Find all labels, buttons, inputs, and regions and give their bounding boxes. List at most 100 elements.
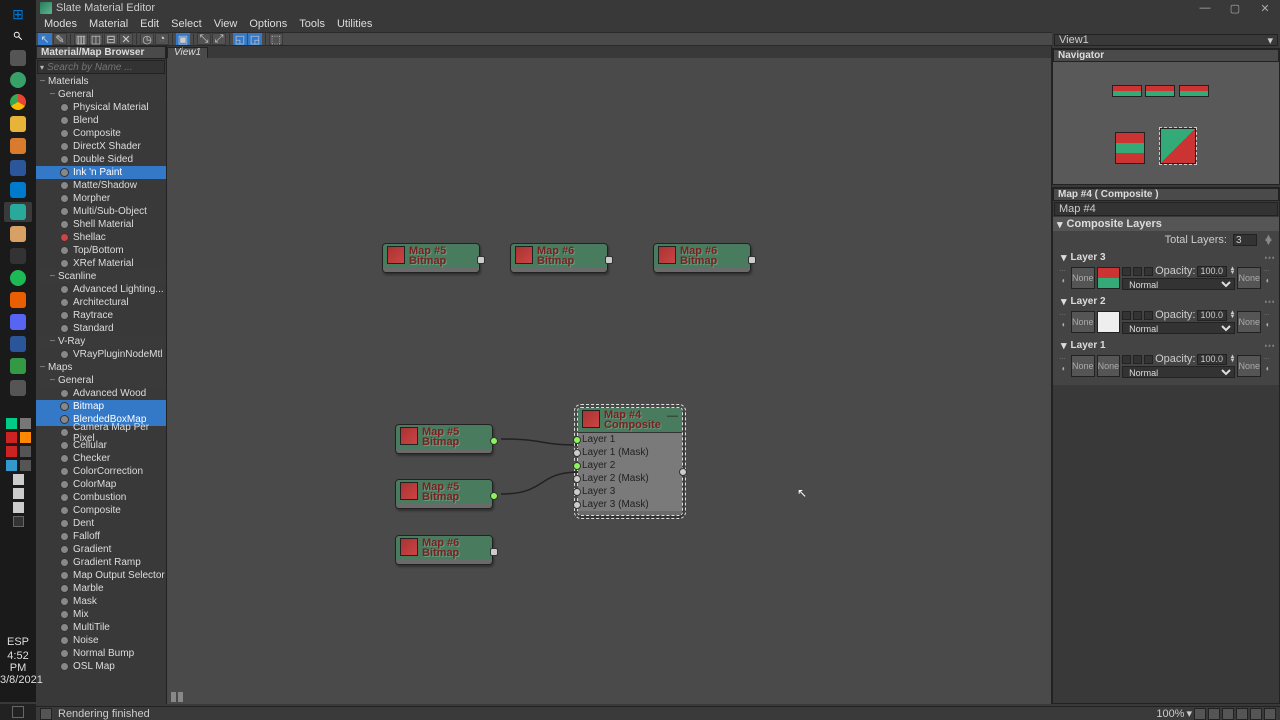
- tool-btn[interactable]: ▥: [74, 33, 88, 45]
- tree-item[interactable]: Ink 'n Paint: [36, 166, 166, 179]
- tool-pick-icon[interactable]: ✎: [53, 33, 67, 45]
- zoom-btn[interactable]: [1194, 708, 1206, 720]
- mask-slot[interactable]: None: [1071, 355, 1095, 377]
- tree-item[interactable]: OSL Map: [36, 660, 166, 673]
- view-selector[interactable]: View1▾: [1054, 34, 1278, 46]
- tool-btn[interactable]: ◱: [233, 33, 247, 45]
- spinner-icon[interactable]: ▲▼: [1229, 267, 1235, 275]
- tray-icon[interactable]: [20, 446, 31, 457]
- tree-item[interactable]: Bitmap: [36, 400, 166, 413]
- color-correct-icon[interactable]: ◐: [1059, 364, 1069, 374]
- layer-header[interactable]: ▾ Layer 1⋯: [1057, 339, 1275, 352]
- bitmap-node[interactable]: Map #5Bitmap: [395, 424, 493, 454]
- tree-item[interactable]: ColorCorrection: [36, 465, 166, 478]
- tree-item[interactable]: Mix: [36, 608, 166, 621]
- tray-icon[interactable]: [20, 432, 31, 443]
- zoom-btn[interactable]: [1264, 708, 1276, 720]
- tree-item[interactable]: Shellac: [36, 231, 166, 244]
- menu-tools[interactable]: Tools: [299, 18, 325, 30]
- color-correct-icon[interactable]: ◐: [1059, 276, 1069, 286]
- task-view[interactable]: [4, 48, 32, 68]
- tree-item[interactable]: Multi/Sub-Object: [36, 205, 166, 218]
- tree-item[interactable]: Map Output Selector: [36, 569, 166, 582]
- tray-icon[interactable]: [20, 460, 31, 471]
- opacity-input[interactable]: [1197, 310, 1227, 321]
- tray-icon[interactable]: [6, 460, 17, 471]
- zoom-btn[interactable]: [1222, 708, 1234, 720]
- start-button[interactable]: ⊞: [4, 4, 32, 24]
- menu-modes[interactable]: Modes: [44, 18, 77, 30]
- visible-icon[interactable]: [1122, 311, 1131, 320]
- app-ps[interactable]: [4, 334, 32, 354]
- bitmap-node[interactable]: Map #6Bitmap: [653, 243, 751, 273]
- mask-slot-right[interactable]: None: [1237, 311, 1261, 333]
- tool-btn[interactable]: ▣: [176, 33, 190, 45]
- color-correct-icon[interactable]: ◐: [1263, 364, 1273, 374]
- tree-item[interactable]: Blend: [36, 114, 166, 127]
- layer-header[interactable]: ▾ Layer 2⋯: [1057, 295, 1275, 308]
- tray-icon[interactable]: [13, 516, 24, 527]
- composite-node[interactable]: Map #4Composite—Layer 1Layer 1 (Mask)Lay…: [577, 407, 683, 516]
- output-port[interactable]: [490, 492, 498, 500]
- app-vlc[interactable]: [4, 290, 32, 310]
- output-port[interactable]: [679, 468, 687, 476]
- app-ai[interactable]: [4, 136, 32, 156]
- tray-icon[interactable]: [6, 432, 17, 443]
- bitmap-node[interactable]: Map #6Bitmap: [395, 535, 493, 565]
- mask-slot[interactable]: None: [1071, 311, 1095, 333]
- tool-btn[interactable]: ◫: [89, 33, 103, 45]
- tree-item[interactable]: Top/Bottom: [36, 244, 166, 257]
- tree-subgroup[interactable]: ─General: [36, 88, 166, 101]
- solo-icon[interactable]: [1144, 355, 1153, 364]
- mask-icon[interactable]: [1133, 267, 1142, 276]
- app-edge[interactable]: [4, 70, 32, 90]
- tree-item[interactable]: Dent: [36, 517, 166, 530]
- mask-slot-right[interactable]: None: [1237, 267, 1261, 289]
- tool-delete-icon[interactable]: ✕: [119, 33, 133, 45]
- tool-btn[interactable]: ⊟: [104, 33, 118, 45]
- input-port[interactable]: [573, 436, 581, 444]
- tree-item[interactable]: Composite: [36, 504, 166, 517]
- app-3dsmax[interactable]: [4, 202, 32, 222]
- menu-utilities[interactable]: Utilities: [337, 18, 372, 30]
- menu-select[interactable]: Select: [171, 18, 202, 30]
- tree-subgroup[interactable]: ─Scanline: [36, 270, 166, 283]
- tree-item[interactable]: Physical Material: [36, 101, 166, 114]
- tree-item[interactable]: Double Sided: [36, 153, 166, 166]
- tray-icon[interactable]: [6, 446, 17, 457]
- material-tree[interactable]: ─Materials─GeneralPhysical MaterialBlend…: [36, 75, 166, 704]
- maximize-button[interactable]: ▢: [1220, 0, 1250, 16]
- tree-item[interactable]: Marble: [36, 582, 166, 595]
- menu-view[interactable]: View: [214, 18, 238, 30]
- search-button[interactable]: [4, 26, 32, 46]
- tree-item[interactable]: XRef Material: [36, 257, 166, 270]
- zoom-btn[interactable]: [1208, 708, 1220, 720]
- app-spotify[interactable]: [4, 268, 32, 288]
- texture-slot[interactable]: [1097, 267, 1121, 289]
- tree-item[interactable]: Advanced Lighting...: [36, 283, 166, 296]
- notification-button[interactable]: [0, 704, 36, 720]
- zoom-btn[interactable]: [1250, 708, 1262, 720]
- spinner-icon[interactable]: ▲▼: [1229, 355, 1235, 363]
- search-input[interactable]: [47, 62, 162, 73]
- volume-icon[interactable]: [13, 488, 24, 499]
- input-port[interactable]: [573, 501, 581, 509]
- tree-item[interactable]: Advanced Wood: [36, 387, 166, 400]
- texture-slot[interactable]: None: [1097, 355, 1121, 377]
- view-tab[interactable]: View1: [167, 47, 208, 59]
- zoom-value[interactable]: 100%: [1156, 708, 1184, 720]
- mask-slot-right[interactable]: None: [1237, 355, 1261, 377]
- opacity-input[interactable]: [1197, 354, 1227, 365]
- blend-mode-select[interactable]: Normal: [1122, 322, 1235, 334]
- mask-icon[interactable]: [1133, 311, 1142, 320]
- tree-subgroup[interactable]: ─V-Ray: [36, 335, 166, 348]
- tree-item[interactable]: Gradient Ramp: [36, 556, 166, 569]
- output-port[interactable]: [490, 437, 498, 445]
- tool-btn[interactable]: ⤡: [197, 33, 211, 45]
- app-other[interactable]: [4, 356, 32, 376]
- tree-item[interactable]: Standard: [36, 322, 166, 335]
- param-name-field[interactable]: Map #4: [1054, 202, 1278, 216]
- visible-icon[interactable]: [1122, 355, 1131, 364]
- node-canvas[interactable]: ↖ Map #5BitmapMap #6BitmapMap #6BitmapMa…: [167, 58, 1051, 704]
- tree-item[interactable]: Checker: [36, 452, 166, 465]
